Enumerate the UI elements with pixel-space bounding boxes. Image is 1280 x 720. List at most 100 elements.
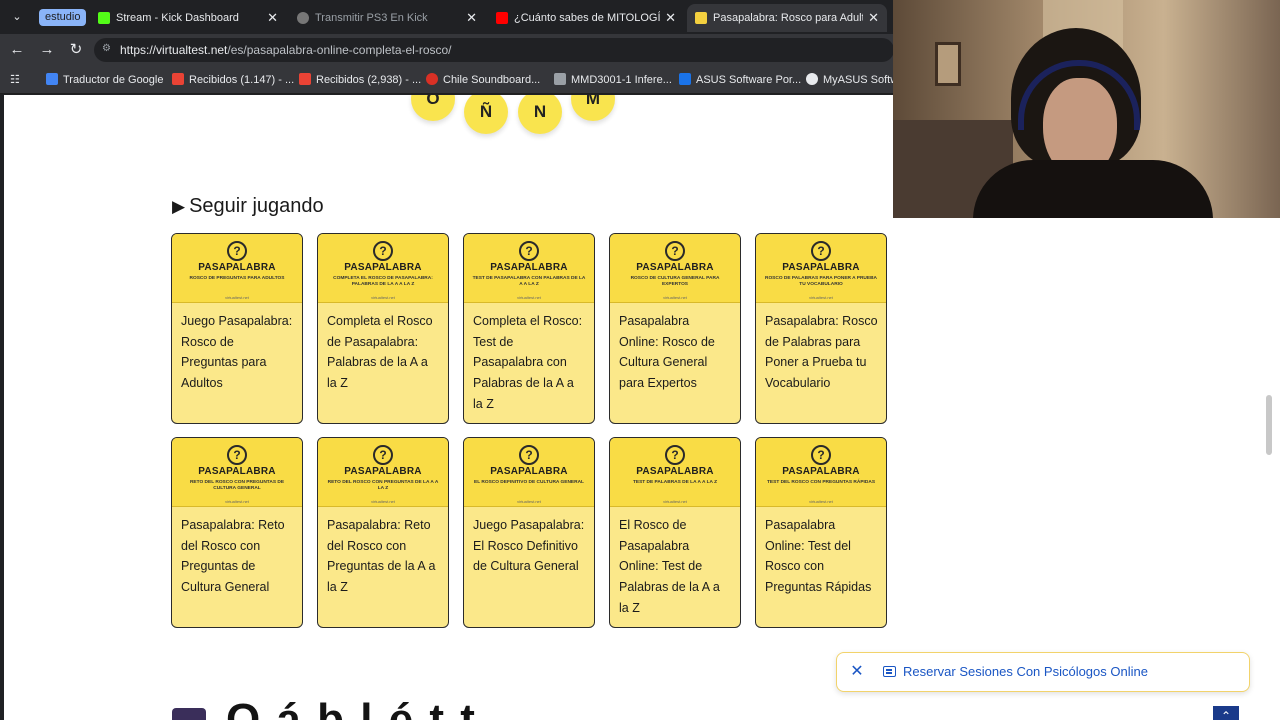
close-icon[interactable]: ✕ — [849, 662, 865, 682]
document-icon — [554, 73, 566, 85]
close-tab-icon[interactable]: ✕ — [466, 4, 477, 32]
card-label[interactable]: Pasapalabra Online: Test del Rosco con P… — [765, 515, 878, 598]
kick-logo-icon — [98, 12, 110, 24]
card-label[interactable]: El Rosco de Pasapalabra Online: Test de … — [619, 515, 732, 619]
next-section-heading: Q á b l é t t — [172, 695, 477, 720]
card-subtitle: ROSCO DE PREGUNTAS PARA ADULTOS — [189, 276, 285, 281]
sticky-ad-bar[interactable]: ✕ Reservar Sesiones Con Psicólogos Onlin… — [836, 652, 1250, 692]
section-title: ▶ Seguir jugando — [172, 195, 324, 218]
site-info-icon[interactable]: ⚙ — [102, 43, 114, 55]
card-label[interactable]: Pasapalabra: Rosco de Palabras para Pone… — [765, 311, 878, 394]
game-card[interactable]: ? PASAPALABRA TEST DE PALABRAS DE LA A A… — [609, 437, 741, 628]
card-subtitle: TEST DEL ROSCO CON PREGUNTAS RÁPIDAS — [766, 480, 876, 485]
bookmark-label: Chile Soundboard... — [443, 74, 541, 86]
card-site: virtualtest.net — [517, 295, 541, 300]
question-mark-icon: ? — [373, 445, 393, 465]
apps-grid-icon[interactable]: ☷ — [10, 66, 20, 94]
bookmark-asus-software[interactable]: ASUS Software Por... — [679, 66, 801, 94]
tab-title: Stream - Kick Dashboard — [116, 12, 239, 24]
card-site: virtualtest.net — [225, 499, 249, 504]
bookmark-label: MMD3001-1 Infere... — [571, 74, 672, 86]
ad-link-text[interactable]: Reservar Sesiones Con Psicólogos Online — [903, 653, 1148, 691]
game-card[interactable]: ? PASAPALABRA ROSCO DE PALABRAS PARA PON… — [755, 233, 887, 424]
tab-title: Pasapalabra: Rosco para Adultos — [713, 12, 863, 24]
bookmark-chile-soundboard[interactable]: Chile Soundboard... — [426, 66, 540, 94]
card-subtitle: ROSCO DE CULTURA GENERAL PARA EXPERTOS — [630, 276, 720, 287]
close-tab-icon[interactable]: ✕ — [868, 4, 879, 32]
card-brand: PASAPALABRA — [198, 466, 276, 477]
back-arrow-icon[interactable]: ← — [7, 40, 27, 60]
question-mark-icon: ? — [811, 241, 831, 261]
question-mark-icon: ? — [665, 445, 685, 465]
emblem-icon — [172, 708, 206, 720]
card-brand: PASAPALABRA — [636, 262, 714, 273]
webcam-picture-frame — [935, 42, 961, 86]
address-bar[interactable]: ⚙ https://virtualtest.net/es/pasapalabra… — [94, 38, 894, 62]
close-tab-icon[interactable]: ✕ — [267, 4, 278, 32]
url-path: /es/pasapalabra-online-completa-el-rosco… — [227, 43, 452, 57]
game-card[interactable]: ? PASAPALABRA ROSCO DE CULTURA GENERAL P… — [609, 233, 741, 424]
game-card[interactable]: ? PASAPALABRA TEST DEL ROSCO CON PREGUNT… — [755, 437, 887, 628]
game-card[interactable]: ? PASAPALABRA EL ROSCO DEFINITIVO DE CUL… — [463, 437, 595, 628]
card-label[interactable]: Pasapalabra: Reto del Rosco con Pregunta… — [181, 515, 294, 598]
globe-icon — [806, 73, 818, 85]
card-brand: PASAPALABRA — [782, 262, 860, 273]
card-brand: PASAPALABRA — [344, 466, 422, 477]
tab-mitologia-video[interactable]: ¿Cuánto sabes de MITOLOGÍA GR ✕ — [488, 4, 684, 32]
card-site: virtualtest.net — [809, 499, 833, 504]
card-brand: PASAPALABRA — [782, 466, 860, 477]
card-thumbnail: ? PASAPALABRA ROSCO DE PALABRAS PARA PON… — [756, 234, 886, 303]
google-translate-icon — [46, 73, 58, 85]
gmail-icon — [172, 73, 184, 85]
globe-icon — [297, 12, 309, 24]
card-subtitle: RETO DEL ROSCO CON PREGUNTAS DE LA A A L… — [327, 480, 439, 491]
youtube-icon — [496, 12, 508, 24]
card-label[interactable]: Pasapalabra Online: Rosco de Cultura Gen… — [619, 311, 732, 394]
card-thumbnail: ? PASAPALABRA COMPLETA EL ROSCO DE PASAP… — [318, 234, 448, 303]
tab-group-label[interactable]: estudio — [39, 9, 87, 26]
gmail-icon — [299, 73, 311, 85]
game-card[interactable]: ? PASAPALABRA RETO DEL ROSCO CON PREGUNT… — [171, 437, 303, 628]
card-brand: PASAPALABRA — [490, 262, 568, 273]
card-thumbnail: ? PASAPALABRA ROSCO DE CULTURA GENERAL P… — [610, 234, 740, 303]
bookmark-label: Recibidos (1.147) - ... — [189, 74, 295, 86]
bookmark-myasus[interactable]: MyASUS Softwa — [806, 66, 904, 94]
close-tab-icon[interactable]: ✕ — [665, 4, 676, 32]
question-mark-icon: ? — [227, 445, 247, 465]
card-label[interactable]: Completa el Rosco de Pasapalabra: Palabr… — [327, 311, 440, 394]
card-site: virtualtest.net — [225, 295, 249, 300]
card-thumbnail: ? PASAPALABRA TEST DE PASAPALABRA CON PA… — [464, 234, 594, 303]
game-card[interactable]: ? PASAPALABRA TEST DE PASAPALABRA CON PA… — [463, 233, 595, 424]
bookmark-traductor[interactable]: Traductor de Google — [46, 66, 163, 94]
game-card[interactable]: ? PASAPALABRA ROSCO DE PREGUNTAS PARA AD… — [171, 233, 303, 424]
webcam-person-body — [973, 160, 1213, 218]
tab-title: Transmitir PS3 En Kick — [315, 12, 428, 24]
rosco-letter: Ñ — [464, 95, 508, 134]
card-site: virtualtest.net — [809, 295, 833, 300]
card-subtitle: COMPLETA EL ROSCO DE PASAPALABRA: PALABR… — [333, 276, 433, 287]
tab-search-icon[interactable]: ⌄ — [6, 7, 28, 27]
card-label[interactable]: Juego Pasapalabra: Rosco de Preguntas pa… — [181, 311, 294, 394]
game-card[interactable]: ? PASAPALABRA RETO DEL ROSCO CON PREGUNT… — [317, 437, 449, 628]
forward-arrow-icon[interactable]: → — [37, 40, 57, 60]
reload-icon[interactable]: ↻ — [66, 40, 86, 60]
card-label[interactable]: Pasapalabra: Reto del Rosco con Pregunta… — [327, 515, 440, 598]
list-icon — [883, 666, 896, 677]
card-label[interactable]: Completa el Rosco: Test de Pasapalabra c… — [473, 311, 586, 415]
url-host: https://virtualtest.net — [120, 43, 228, 57]
question-mark-icon: ? — [519, 241, 539, 261]
bookmark-mmd3001[interactable]: MMD3001-1 Infere... — [554, 66, 672, 94]
tab-transmitir-ps3[interactable]: Transmitir PS3 En Kick ✕ — [289, 4, 485, 32]
card-brand: PASAPALABRA — [198, 262, 276, 273]
card-thumbnail: ? PASAPALABRA EL ROSCO DEFINITIVO DE CUL… — [464, 438, 594, 507]
bookmark-recibidos-2[interactable]: Recibidos (2,938) - ... — [299, 66, 421, 94]
bookmark-recibidos-1[interactable]: Recibidos (1.147) - ... — [172, 66, 294, 94]
card-thumbnail: ? PASAPALABRA RETO DEL ROSCO CON PREGUNT… — [172, 438, 302, 507]
card-site: virtualtest.net — [663, 295, 687, 300]
scroll-to-top-button[interactable]: ⌃ — [1213, 706, 1239, 720]
game-card[interactable]: ? PASAPALABRA COMPLETA EL ROSCO DE PASAP… — [317, 233, 449, 424]
page-scrollbar[interactable] — [1266, 395, 1272, 455]
tab-pasapalabra-active[interactable]: Pasapalabra: Rosco para Adultos ✕ — [687, 4, 887, 32]
card-label[interactable]: Juego Pasapalabra: El Rosco Definitivo d… — [473, 515, 586, 577]
tab-kick-dashboard[interactable]: Stream - Kick Dashboard ✕ — [90, 4, 286, 32]
